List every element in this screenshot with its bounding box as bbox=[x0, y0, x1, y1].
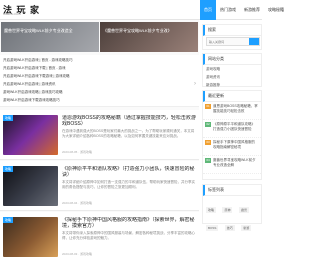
article-meta: 2023-08-03 · 游戏攻略 bbox=[62, 252, 93, 256]
widget-title: 网站分类 bbox=[203, 54, 261, 65]
news-item[interactable]: 开启游戏WLK开启游戏下载游戏 | 游戏攻略 bbox=[3, 74, 188, 79]
category-widget: 网站分类 游戏攻略 游戏资讯 新游推荐 bbox=[202, 53, 262, 87]
nav-item-hot[interactable]: 热门游戏 bbox=[216, 0, 240, 20]
article-excerpt: 在游戏中遇到强大的BOSS是玩家们最大的挑战之一。为了帮助玩家顺利通关，本文将为… bbox=[62, 129, 195, 138]
recent-item[interactable]: 01 道恩游戏BOSS攻略秘籍，掌握技能技巧轻松击败 bbox=[203, 102, 261, 120]
article-thumbnail[interactable] bbox=[3, 115, 58, 155]
nav-item-home[interactable]: 首页 bbox=[200, 0, 216, 20]
category-link[interactable]: 游戏攻略 bbox=[203, 65, 261, 73]
tags-widget: 标签列表 攻略 原神 魔兽 BOSS 技巧 新游 bbox=[202, 184, 262, 231]
article-thumbnail[interactable] bbox=[3, 217, 58, 257]
recent-item-text: 《原神原平平和道队攻略》打造强力小团队快速冒险 bbox=[213, 122, 255, 131]
logo-subtext: sfazhu.com bbox=[3, 12, 21, 16]
article-card[interactable]: 攻略 《探秘手下原神中国风格服的攻略指南》（探索世界，解密秘境，摸索官方） 本文… bbox=[0, 212, 199, 261]
category-link[interactable]: 新游推荐 bbox=[203, 81, 261, 89]
recent-item[interactable]: 04 魔兽世界寻宝攻略WLK前夕专业改造全解 bbox=[203, 156, 261, 174]
recent-item-text: 魔兽世界寻宝攻略WLK前夕专业改造全解 bbox=[213, 158, 256, 167]
article-list: 攻略 道恩游戏BOSS的攻略秘籍（通过掌握技能技巧，轻松击败游戏BOSS） 在游… bbox=[0, 110, 199, 261]
widget-title: 最近更新 bbox=[203, 91, 261, 102]
search-button[interactable] bbox=[249, 38, 259, 45]
news-item[interactable]: 游戏WLK开启游戏下载游戏攻略技巧 bbox=[3, 98, 188, 103]
category-badge: 攻略 bbox=[3, 217, 14, 223]
nav-item-new[interactable]: 新游推荐 bbox=[240, 0, 264, 20]
tag[interactable]: 攻略 bbox=[206, 207, 217, 213]
article-excerpt: 本文将带你深入探索原神中的国风服装与场景，解密各种秘境挑战，分享丰富的攻略心得，… bbox=[62, 231, 195, 240]
featured-banner: 魔兽世界寻宝攻略WLK前夕专业改造全 《魔兽世界寻宝攻略WLK前夕专业改》 bbox=[0, 20, 199, 54]
recent-widget: 最近更新 01 道恩游戏BOSS攻略秘籍，掌握技能技巧轻松击败 02 《原神原平… bbox=[202, 90, 262, 180]
recent-item[interactable]: 03 探秘手下原神中国风格服的攻略指南解密秘境 bbox=[203, 138, 261, 156]
article-excerpt: 本文将详细介绍原神中如何打造一支强力的平和道队伍，帮助玩家快速冒险，并分享实用的… bbox=[62, 180, 195, 189]
recent-item-text: 道恩游戏BOSS攻略秘籍，掌握技能技巧轻松击败 bbox=[213, 104, 258, 113]
tag-cloud: 攻略 原神 魔兽 BOSS 技巧 新游 bbox=[203, 196, 261, 236]
rank-badge: 02 bbox=[205, 122, 211, 127]
rank-badge: 01 bbox=[205, 104, 211, 109]
article-title[interactable]: 《探秘手下原神中国风格服的攻略指南》（探索世界，解密秘境，摸索官方） bbox=[62, 217, 196, 229]
tag[interactable]: 新游 bbox=[241, 225, 252, 231]
top-bar: 法 玩 家 sfazhu.com 首页 热门游戏 新游推荐 攻略秘籍 bbox=[0, 0, 284, 20]
tag[interactable]: BOSS bbox=[206, 225, 219, 231]
tag[interactable]: 原神 bbox=[222, 207, 233, 213]
widget-title: 搜索 bbox=[203, 25, 261, 36]
news-item[interactable]: 开启游戏WLK开启游戏下载 | 首页 - 游戏 bbox=[3, 66, 188, 71]
featured-card[interactable]: 《魔兽世界寻宝攻略WLK前夕专业改》 bbox=[100, 22, 198, 52]
main-nav: 首页 热门游戏 新游推荐 攻略秘籍 bbox=[200, 0, 288, 20]
search-widget: 搜索 bbox=[202, 24, 262, 50]
article-thumbnail[interactable] bbox=[3, 166, 58, 206]
rank-badge: 04 bbox=[205, 158, 211, 163]
nav-item-guides[interactable]: 攻略秘籍 bbox=[264, 0, 288, 20]
news-item[interactable]: 开启游戏WLK开启游戏 | 游戏资讯 bbox=[3, 82, 188, 87]
search-input[interactable] bbox=[209, 40, 249, 44]
main-content: 魔兽世界寻宝攻略WLK前夕专业改造全 《魔兽世界寻宝攻略WLK前夕专业改》 开启… bbox=[0, 20, 199, 261]
chevron-right-icon[interactable]: › bbox=[194, 81, 196, 87]
site-logo[interactable]: 法 玩 家 sfazhu.com bbox=[3, 1, 43, 19]
category-badge: 攻略 bbox=[3, 166, 14, 172]
article-card[interactable]: 攻略 《原神原平平和道队攻略》（打造强力小团队，快速冒险的秘诀） 本文将详细介绍… bbox=[0, 161, 199, 211]
rank-badge: 03 bbox=[205, 140, 211, 145]
article-meta: 2023-08-04 · 游戏攻略 bbox=[62, 201, 93, 205]
widget-title: 标签列表 bbox=[203, 185, 261, 196]
search-box bbox=[206, 37, 260, 46]
featured-card[interactable]: 魔兽世界寻宝攻略WLK前夕专业改造全 bbox=[1, 22, 99, 52]
featured-title: 魔兽世界寻宝攻略WLK前夕专业改造全 bbox=[4, 28, 73, 33]
recent-item[interactable]: 02 《原神原平平和道队攻略》打造强力小团队快速冒险 bbox=[203, 120, 261, 138]
article-title[interactable]: 《原神原平平和道队攻略》（打造强力小团队，快速冒险的秘诀） bbox=[62, 166, 196, 178]
news-item[interactable]: 开启游戏WLK开启游戏 | 首页 - 游戏攻略技巧 bbox=[3, 58, 188, 63]
news-item[interactable]: 游戏WLK开启游戏攻略 | 游戏技巧攻略 bbox=[3, 90, 188, 95]
article-card[interactable]: 攻略 道恩游戏BOSS的攻略秘籍（通过掌握技能技巧，轻松击败游戏BOSS） 在游… bbox=[0, 110, 199, 160]
category-badge: 攻略 bbox=[3, 115, 14, 121]
category-link[interactable]: 游戏资讯 bbox=[203, 73, 261, 81]
article-meta: 2023-08-05 · 游戏攻略 bbox=[62, 150, 93, 154]
sidebar: 搜索 网站分类 游戏攻略 游戏资讯 新游推荐 最近更新 01 道恩游戏BOSS攻… bbox=[202, 20, 262, 261]
tag[interactable]: 魔兽 bbox=[238, 207, 249, 213]
tag[interactable]: 技巧 bbox=[224, 225, 235, 231]
recent-item-text: 探秘手下原神中国风格服的攻略指南解密秘境 bbox=[213, 140, 255, 149]
featured-title: 《魔兽世界寻宝攻略WLK前夕专业改》 bbox=[103, 28, 172, 33]
article-title[interactable]: 道恩游戏BOSS的攻略秘籍（通过掌握技能技巧，轻松击败游戏BOSS） bbox=[62, 115, 196, 127]
news-list: 开启游戏WLK开启游戏 | 首页 - 游戏攻略技巧 开启游戏WLK开启游戏下载 … bbox=[0, 55, 199, 107]
